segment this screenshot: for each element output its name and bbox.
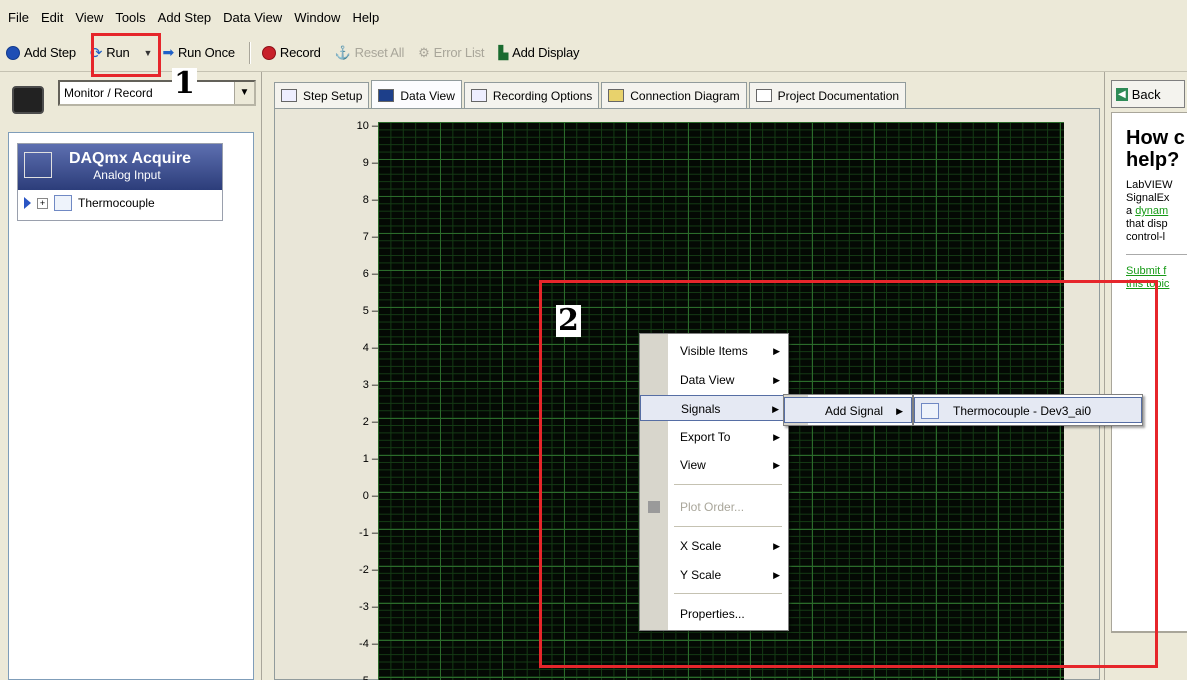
back-button[interactable]: ◀ Back bbox=[1111, 80, 1185, 108]
tab-step-setup[interactable]: Step Setup bbox=[274, 82, 370, 108]
monitor-mode-icon bbox=[12, 86, 44, 114]
menu-bar: File Edit View Tools Add Step Data View … bbox=[0, 0, 1187, 34]
document-icon bbox=[755, 89, 772, 102]
help-title-line-1: How c bbox=[1126, 127, 1185, 149]
menu-add-step[interactable]: Add Step bbox=[158, 10, 212, 25]
help-line: that disp bbox=[1126, 218, 1168, 230]
y-tick-label: -5 – bbox=[359, 675, 378, 680]
menu-file[interactable]: File bbox=[8, 10, 29, 25]
y-axis: 10 – 9 – 8 – 7 – 6 – 5 – 4 – 3 – 2 – 1 – 0 – -1 – -2… bbox=[330, 120, 378, 680]
annotation-number-2: 2 bbox=[556, 303, 581, 338]
plus-circle-icon bbox=[6, 45, 20, 60]
help-line: control-l bbox=[1126, 231, 1166, 243]
annotation-number-1: 1 bbox=[172, 66, 197, 101]
signal-name: Thermocouple bbox=[78, 196, 155, 210]
menu-edit[interactable]: Edit bbox=[41, 10, 63, 25]
help-line: SignalEx bbox=[1126, 192, 1170, 204]
chevron-down-icon[interactable]: ▼ bbox=[234, 82, 254, 104]
run-once-button[interactable]: ➡ Run Once bbox=[162, 44, 235, 61]
data-view-icon bbox=[378, 89, 395, 102]
annotation-box-run bbox=[91, 33, 161, 77]
menu-view[interactable]: View bbox=[75, 10, 103, 25]
help-divider bbox=[1126, 254, 1187, 255]
add-step-button[interactable]: Add Step bbox=[6, 45, 76, 60]
add-step-label: Add Step bbox=[24, 45, 76, 60]
y-tick-label: 5 – bbox=[362, 305, 378, 317]
mode-select[interactable]: Monitor / Record ▼ bbox=[58, 80, 256, 106]
output-arrow-icon bbox=[24, 197, 31, 209]
record-icon bbox=[261, 45, 276, 60]
step-setup-icon bbox=[281, 89, 297, 102]
arrow-right-icon: ➡ bbox=[162, 44, 174, 60]
record-button[interactable]: Record bbox=[261, 45, 321, 60]
daqmx-acquire-step[interactable]: DAQmx Acquire Analog Input + Thermocoupl… bbox=[17, 143, 223, 221]
tab-label: Connection Diagram bbox=[630, 88, 740, 103]
daq-step-icon bbox=[24, 152, 52, 178]
tab-label: Data View bbox=[400, 88, 455, 103]
reset-all-label: Reset All bbox=[354, 45, 405, 60]
y-tick-label: 10 – bbox=[356, 120, 378, 132]
add-display-button[interactable]: ▙ Add Display bbox=[498, 45, 579, 61]
mode-value: Monitor / Record bbox=[64, 86, 153, 100]
error-list-button[interactable]: ⚙ Error List bbox=[418, 45, 484, 61]
recording-options-icon bbox=[470, 89, 487, 102]
y-tick-label: -1 – bbox=[359, 527, 378, 539]
y-tick-label: 1 – bbox=[362, 453, 378, 465]
add-display-icon: ▙ bbox=[498, 44, 509, 60]
y-tick-label: -4 – bbox=[359, 638, 378, 650]
error-list-label: Error List bbox=[433, 45, 485, 60]
back-label: Back bbox=[1131, 86, 1161, 102]
reset-all-button[interactable]: ⚓ Reset All bbox=[335, 45, 405, 61]
record-label: Record bbox=[279, 45, 321, 60]
run-once-label: Run Once bbox=[177, 45, 235, 60]
signal-waveform-icon bbox=[54, 195, 72, 211]
help-line: a bbox=[1126, 205, 1136, 217]
tab-project-documentation[interactable]: Project Documentation bbox=[748, 82, 907, 108]
toolbar-separator bbox=[248, 41, 250, 64]
tab-data-view[interactable]: Data View bbox=[371, 80, 462, 110]
tab-bar: Step Setup Data View Recording Options C… bbox=[274, 80, 908, 110]
tab-recording-options[interactable]: Recording Options bbox=[463, 82, 600, 108]
y-tick-label: 7 – bbox=[362, 231, 378, 243]
error-list-icon: ⚙ bbox=[418, 44, 430, 60]
y-tick-label: 2 – bbox=[362, 416, 378, 428]
y-tick-label: -2 – bbox=[359, 564, 378, 576]
y-tick-label: 3 – bbox=[362, 379, 378, 391]
help-body: LabVIEW SignalEx a dynam that disp contr… bbox=[1126, 179, 1187, 244]
menu-window[interactable]: Window bbox=[294, 10, 340, 25]
menu-data-view[interactable]: Data View bbox=[223, 10, 282, 25]
y-tick-label: 4 – bbox=[362, 342, 378, 354]
step-header: DAQmx Acquire Analog Input bbox=[18, 144, 222, 190]
connection-diagram-icon bbox=[608, 89, 625, 102]
help-link[interactable]: dynam bbox=[1135, 205, 1168, 217]
step-pane: Monitor / Record ▼ DAQmx Acquire Analog … bbox=[0, 72, 262, 680]
annotation-box-context-menu bbox=[539, 280, 1158, 668]
help-title-line-2: help? bbox=[1126, 149, 1180, 171]
tab-label: Recording Options bbox=[492, 88, 593, 103]
tab-label: Project Documentation bbox=[777, 88, 900, 103]
y-tick-label: 6 – bbox=[362, 268, 378, 280]
help-line: LabVIEW bbox=[1126, 179, 1173, 191]
y-tick-label: 0 – bbox=[362, 490, 378, 502]
add-display-label: Add Display bbox=[512, 45, 580, 60]
y-tick-label: 9 – bbox=[362, 157, 378, 169]
tab-connection-diagram[interactable]: Connection Diagram bbox=[601, 82, 747, 108]
y-tick-label: -3 – bbox=[359, 601, 378, 613]
menu-tools[interactable]: Tools bbox=[115, 10, 145, 25]
back-arrow-icon: ◀ bbox=[1116, 87, 1128, 101]
expand-plus-icon[interactable]: + bbox=[37, 197, 48, 209]
signal-row[interactable]: + Thermocouple bbox=[18, 190, 222, 216]
tab-label: Step Setup bbox=[303, 88, 363, 103]
step-list: DAQmx Acquire Analog Input + Thermocoupl… bbox=[8, 132, 254, 680]
y-tick-label: 8 – bbox=[362, 194, 378, 206]
submit-feedback-link[interactable]: Submit f bbox=[1126, 265, 1187, 278]
reset-icon: ⚓ bbox=[334, 44, 351, 60]
menu-help[interactable]: Help bbox=[352, 10, 379, 25]
